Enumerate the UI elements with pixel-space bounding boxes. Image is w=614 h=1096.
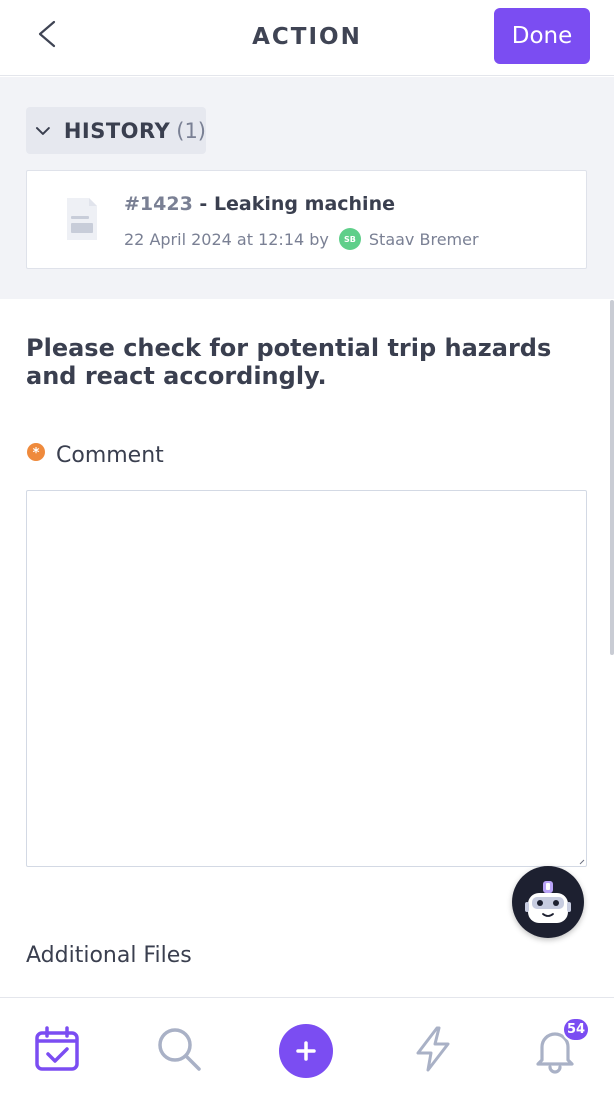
required-mark: * — [33, 446, 40, 461]
nav-search[interactable] — [152, 1022, 206, 1076]
history-section: HISTORY (1) #1423 - Leaking machine 22 A… — [0, 77, 614, 299]
history-title: HISTORY — [63, 118, 171, 143]
history-item-id: #1423 — [124, 193, 193, 215]
search-icon — [158, 1028, 201, 1071]
history-count: (1) — [176, 118, 206, 143]
required-asterisk-icon: * — [27, 442, 45, 461]
robot-icon — [525, 881, 571, 923]
nav-activity[interactable] — [406, 1022, 460, 1076]
history-toggle[interactable]: HISTORY (1) — [26, 107, 206, 154]
plus-icon — [296, 1041, 316, 1061]
history-item-title: #1423 - Leaking machine — [124, 193, 395, 215]
notification-badge: 54 — [562, 1017, 591, 1042]
lightning-icon — [416, 1026, 450, 1072]
resize-handle-icon[interactable] — [579, 859, 585, 865]
avatar: SB — [338, 228, 361, 250]
history-item-author: Staav Bremer — [368, 229, 479, 249]
history-item[interactable]: #1423 - Leaking machine 22 April 2024 at… — [26, 170, 587, 269]
action-instruction: Please check for potential trip hazards … — [26, 334, 552, 390]
calendar-check-icon — [35, 1026, 79, 1071]
chevron-down-icon — [35, 126, 50, 135]
done-button[interactable]: Done — [494, 8, 590, 64]
document-icon — [67, 198, 97, 240]
top-bar: ACTION Done — [0, 0, 614, 76]
history-item-name: Leaking machine — [213, 193, 395, 215]
comment-label: Comment — [56, 443, 164, 468]
history-item-separator: - — [192, 193, 214, 215]
nav-tasks[interactable] — [30, 1022, 84, 1076]
scrollbar[interactable] — [610, 300, 614, 655]
comment-label-row: * Comment — [26, 442, 164, 468]
add-button[interactable] — [279, 1024, 333, 1078]
assistant-bot-button[interactable] — [512, 866, 584, 938]
comment-textarea[interactable] — [26, 490, 587, 867]
additional-files-label: Additional Files — [26, 943, 192, 968]
bottom-navigation: 54 — [0, 997, 614, 1096]
history-item-meta-row: 22 April 2024 at 12:14 by SB Staav Breme… — [124, 228, 479, 250]
history-item-meta: 22 April 2024 at 12:14 by — [124, 229, 329, 249]
